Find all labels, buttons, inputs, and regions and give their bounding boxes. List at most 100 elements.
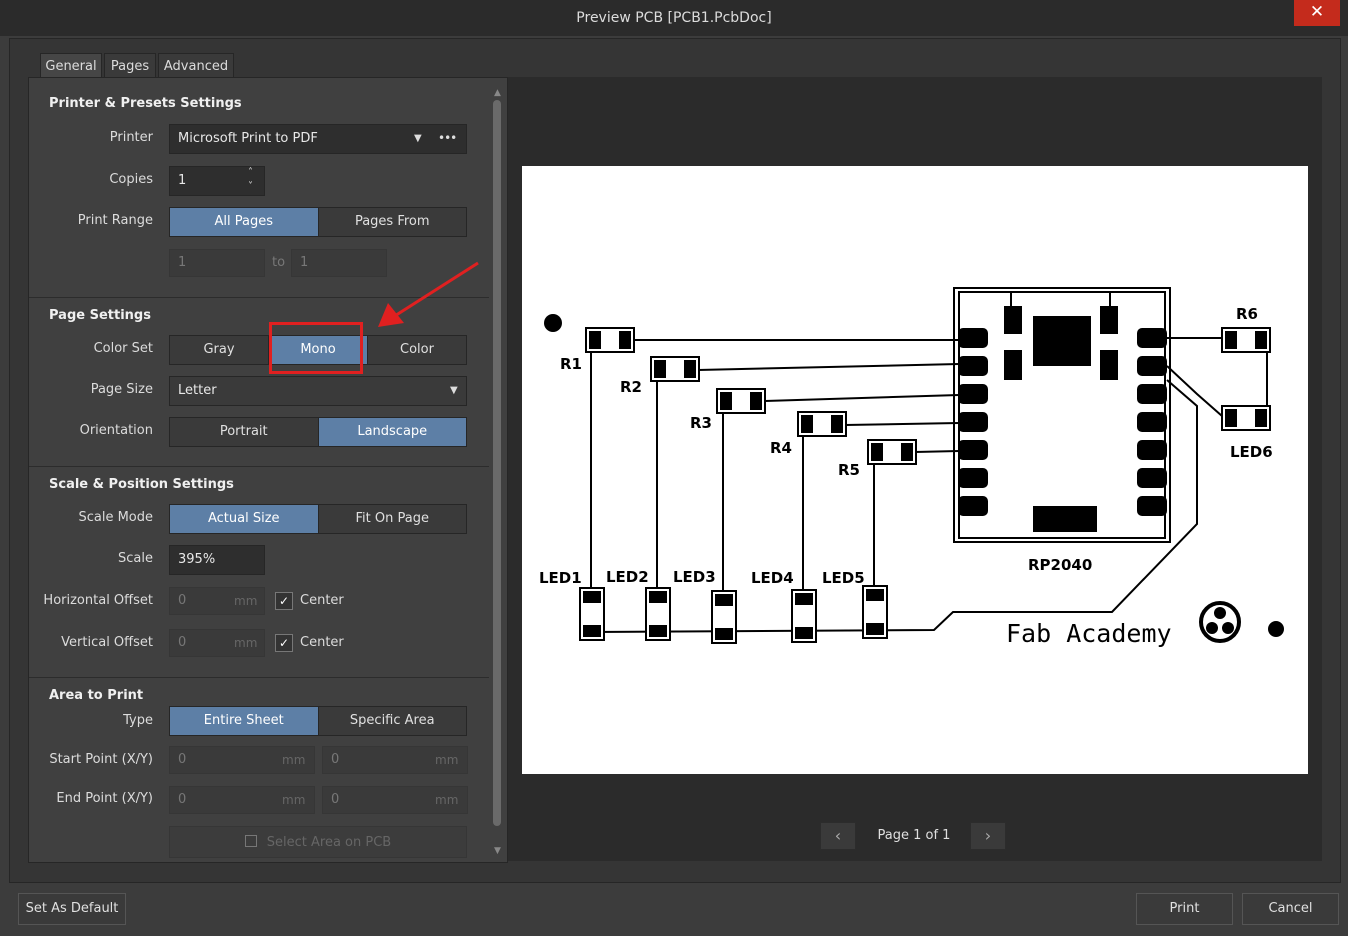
mounting-hole-icon: [544, 314, 562, 332]
printer-label: Printer: [109, 130, 153, 145]
print-range-toggle: All Pages Pages From: [169, 207, 467, 237]
orientation-toggle: Portrait Landscape: [169, 417, 467, 447]
label-mcu: RP2040: [1028, 556, 1092, 574]
printer-value: Microsoft Print to PDF: [178, 131, 318, 146]
type-label: Type: [123, 713, 153, 728]
label-r1: R1: [560, 355, 582, 373]
label-led6: LED6: [1230, 443, 1273, 461]
cancel-button[interactable]: Cancel: [1242, 893, 1339, 925]
vertical-offset-value: 0: [178, 635, 187, 650]
unit-label: mm: [282, 753, 306, 767]
area-type-toggle: Entire Sheet Specific Area: [169, 706, 467, 736]
tab-general[interactable]: General: [40, 53, 102, 78]
prev-page-button[interactable]: ‹: [820, 822, 856, 850]
portrait-button[interactable]: Portrait: [170, 418, 319, 446]
entire-sheet-button[interactable]: Entire Sheet: [170, 707, 319, 735]
vertical-center-label: Center: [300, 635, 344, 650]
divider: [29, 466, 489, 467]
end-y-value: 0: [331, 792, 340, 807]
close-button[interactable]: ✕: [1294, 0, 1340, 26]
horizontal-center-label: Center: [300, 593, 344, 608]
copies-value: 1: [178, 173, 187, 188]
page-indicator: Page 1 of 1: [877, 828, 951, 843]
label-logo: Fab Academy: [1006, 619, 1172, 648]
scroll-up-icon[interactable]: ▲: [494, 88, 501, 98]
window-title: Preview PCB [PCB1.PcbDoc]: [576, 10, 772, 26]
start-x-value: 0: [178, 752, 187, 767]
pages-from-button[interactable]: Pages From: [318, 208, 466, 236]
copies-stepper[interactable]: 1 ˄ ˅: [169, 166, 265, 196]
actual-size-button[interactable]: Actual Size: [170, 505, 319, 533]
vertical-center-checkbox[interactable]: ✓: [275, 634, 293, 652]
pcb-drawing: R1 R2 R3 R4 R5 R6 LED1 LED2 LED3 LED4 LE…: [539, 287, 1284, 648]
fab-logo-icon: [1199, 601, 1241, 643]
horizontal-offset-input[interactable]: 0 mm: [169, 587, 265, 615]
unit-label: mm: [234, 636, 258, 650]
divider: [29, 677, 489, 678]
scale-mode-toggle: Actual Size Fit On Page: [169, 504, 467, 534]
mounting-hole-icon: [1268, 621, 1284, 637]
set-as-default-button[interactable]: Set As Default: [18, 893, 126, 925]
start-x-input[interactable]: 0 mm: [169, 746, 315, 774]
horizontal-offset-value: 0: [178, 593, 187, 608]
page-size-value: Letter: [178, 383, 217, 398]
scale-label: Scale: [118, 551, 153, 566]
led-footprints: [579, 585, 888, 644]
settings-scrollbar[interactable]: [493, 100, 501, 826]
print-range-label: Print Range: [77, 213, 153, 228]
label-r4: R4: [770, 439, 792, 457]
horizontal-offset-label: Horizontal Offset: [43, 593, 153, 608]
label-led4: LED4: [751, 569, 794, 587]
unit-label: mm: [282, 793, 306, 807]
print-button[interactable]: Print: [1136, 893, 1233, 925]
preview-page: R1 R2 R3 R4 R5 R6 LED1 LED2 LED3 LED4 LE…: [522, 166, 1308, 774]
chevron-down-icon: ▼: [450, 385, 458, 396]
label-led1: LED1: [539, 569, 582, 587]
tab-pages[interactable]: Pages: [104, 53, 156, 78]
unit-label: mm: [435, 753, 459, 767]
end-x-input[interactable]: 0 mm: [169, 786, 315, 814]
color-button[interactable]: Color: [368, 336, 466, 364]
vertical-offset-label: Vertical Offset: [61, 635, 153, 650]
scale-mode-label: Scale Mode: [78, 510, 153, 525]
start-y-input[interactable]: 0 mm: [322, 746, 468, 774]
more-options-icon[interactable]: •••: [438, 124, 457, 152]
end-point-label: End Point (X/Y): [56, 791, 153, 806]
area-section-title: Area to Print: [49, 688, 144, 703]
stepper-down-icon[interactable]: ˅: [248, 173, 253, 201]
select-area-button[interactable]: Select Area on PCB: [169, 826, 467, 858]
label-led2: LED2: [606, 568, 649, 586]
page-size-label: Page Size: [90, 382, 153, 397]
chevron-down-icon: ▼: [414, 133, 422, 144]
horizontal-center-checkbox[interactable]: ✓: [275, 592, 293, 610]
tab-advanced[interactable]: Advanced: [158, 53, 234, 78]
end-x-value: 0: [178, 792, 187, 807]
range-from-input[interactable]: 1: [169, 249, 265, 277]
all-pages-button[interactable]: All Pages: [170, 208, 319, 236]
end-y-input[interactable]: 0 mm: [322, 786, 468, 814]
next-page-button[interactable]: ›: [970, 822, 1006, 850]
scroll-down-icon[interactable]: ▼: [494, 846, 501, 856]
printer-section-title: Printer & Presets Settings: [49, 96, 242, 111]
start-point-label: Start Point (X/Y): [49, 752, 153, 767]
label-r3: R3: [690, 414, 712, 432]
gray-button[interactable]: Gray: [170, 336, 269, 364]
page-size-select[interactable]: Letter ▼: [169, 376, 467, 406]
annotation-arrow-icon: [378, 261, 479, 327]
scale-input[interactable]: 395%: [169, 545, 265, 575]
specific-area-button[interactable]: Specific Area: [318, 707, 466, 735]
mcu-footprint: [958, 291, 1167, 539]
color-set-label: Color Set: [93, 341, 153, 356]
mono-highlight-box: [269, 322, 363, 374]
label-r2: R2: [620, 378, 642, 396]
start-y-value: 0: [331, 752, 340, 767]
unit-label: mm: [234, 594, 258, 608]
vertical-offset-input[interactable]: 0 mm: [169, 629, 265, 657]
printer-select[interactable]: Microsoft Print to PDF ▼ •••: [169, 124, 467, 154]
select-area-icon: [244, 835, 257, 847]
select-area-label: Select Area on PCB: [266, 835, 392, 850]
orientation-label: Orientation: [79, 423, 153, 438]
landscape-button[interactable]: Landscape: [318, 418, 466, 446]
range-to-label: to: [272, 255, 286, 270]
fit-on-page-button[interactable]: Fit On Page: [318, 505, 466, 533]
